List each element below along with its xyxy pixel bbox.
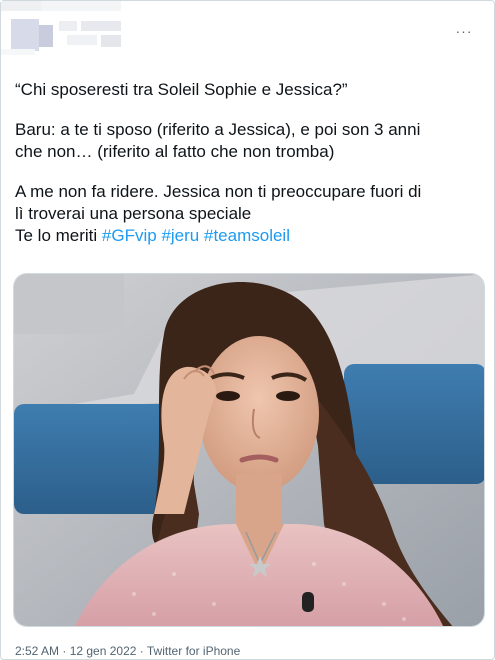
- avatar[interactable]: [11, 19, 39, 51]
- tweet-text: “Chi sposeresti tra Soleil Sophie e Jess…: [15, 79, 485, 247]
- tweet-line: che non… (riferito al fatto che non trom…: [15, 142, 335, 161]
- blur-pixel: [39, 25, 53, 47]
- ellipsis-icon: ···: [455, 23, 473, 39]
- author-name-blurred[interactable]: [81, 21, 121, 31]
- blur-pixel: [41, 1, 121, 11]
- hashtag-link[interactable]: #teamsoleil: [204, 226, 290, 245]
- tweet-line: “Chi sposeresti tra Soleil Sophie e Jess…: [15, 80, 348, 99]
- meta-separator: ·: [136, 644, 147, 658]
- blur-pixel: [1, 49, 35, 55]
- meta-separator: ·: [59, 644, 70, 658]
- tweet-date[interactable]: 12 gen 2022: [70, 644, 137, 658]
- tweet-time[interactable]: 2:52 AM: [15, 644, 59, 658]
- tweet-line: A me non fa ridere. Jessica non ti preoc…: [15, 182, 422, 201]
- tweet-card: ··· “Chi sposeresti tra Soleil Sophie e …: [0, 0, 495, 660]
- tweet-line-with-hashtags: Te lo meriti #GFvip #jeru #teamsoleil: [15, 225, 485, 247]
- tweet-line: Baru: a te ti sposo (riferito a Jessica)…: [15, 120, 421, 139]
- hashtag-link[interactable]: #jeru: [161, 226, 199, 245]
- blur-pixel: [101, 35, 121, 47]
- hashtag-link[interactable]: #GFvip: [102, 226, 157, 245]
- blurred-author-header: [1, 1, 161, 61]
- blur-pixel: [1, 1, 41, 11]
- tweet-source[interactable]: Twitter for iPhone: [147, 644, 240, 658]
- tweet-line-prefix: Te lo meriti: [15, 226, 102, 245]
- tweet-metadata: 2:52 AM · 12 gen 2022 · Twitter for iPho…: [15, 644, 240, 658]
- tweet-photo[interactable]: [13, 273, 485, 627]
- blur-pixel: [59, 21, 77, 31]
- author-handle-blurred[interactable]: [67, 35, 97, 45]
- more-options-button[interactable]: ···: [450, 21, 478, 41]
- tweet-line: lì troverai una persona speciale: [15, 204, 252, 223]
- photo-woman-wiping-eye: [14, 274, 484, 626]
